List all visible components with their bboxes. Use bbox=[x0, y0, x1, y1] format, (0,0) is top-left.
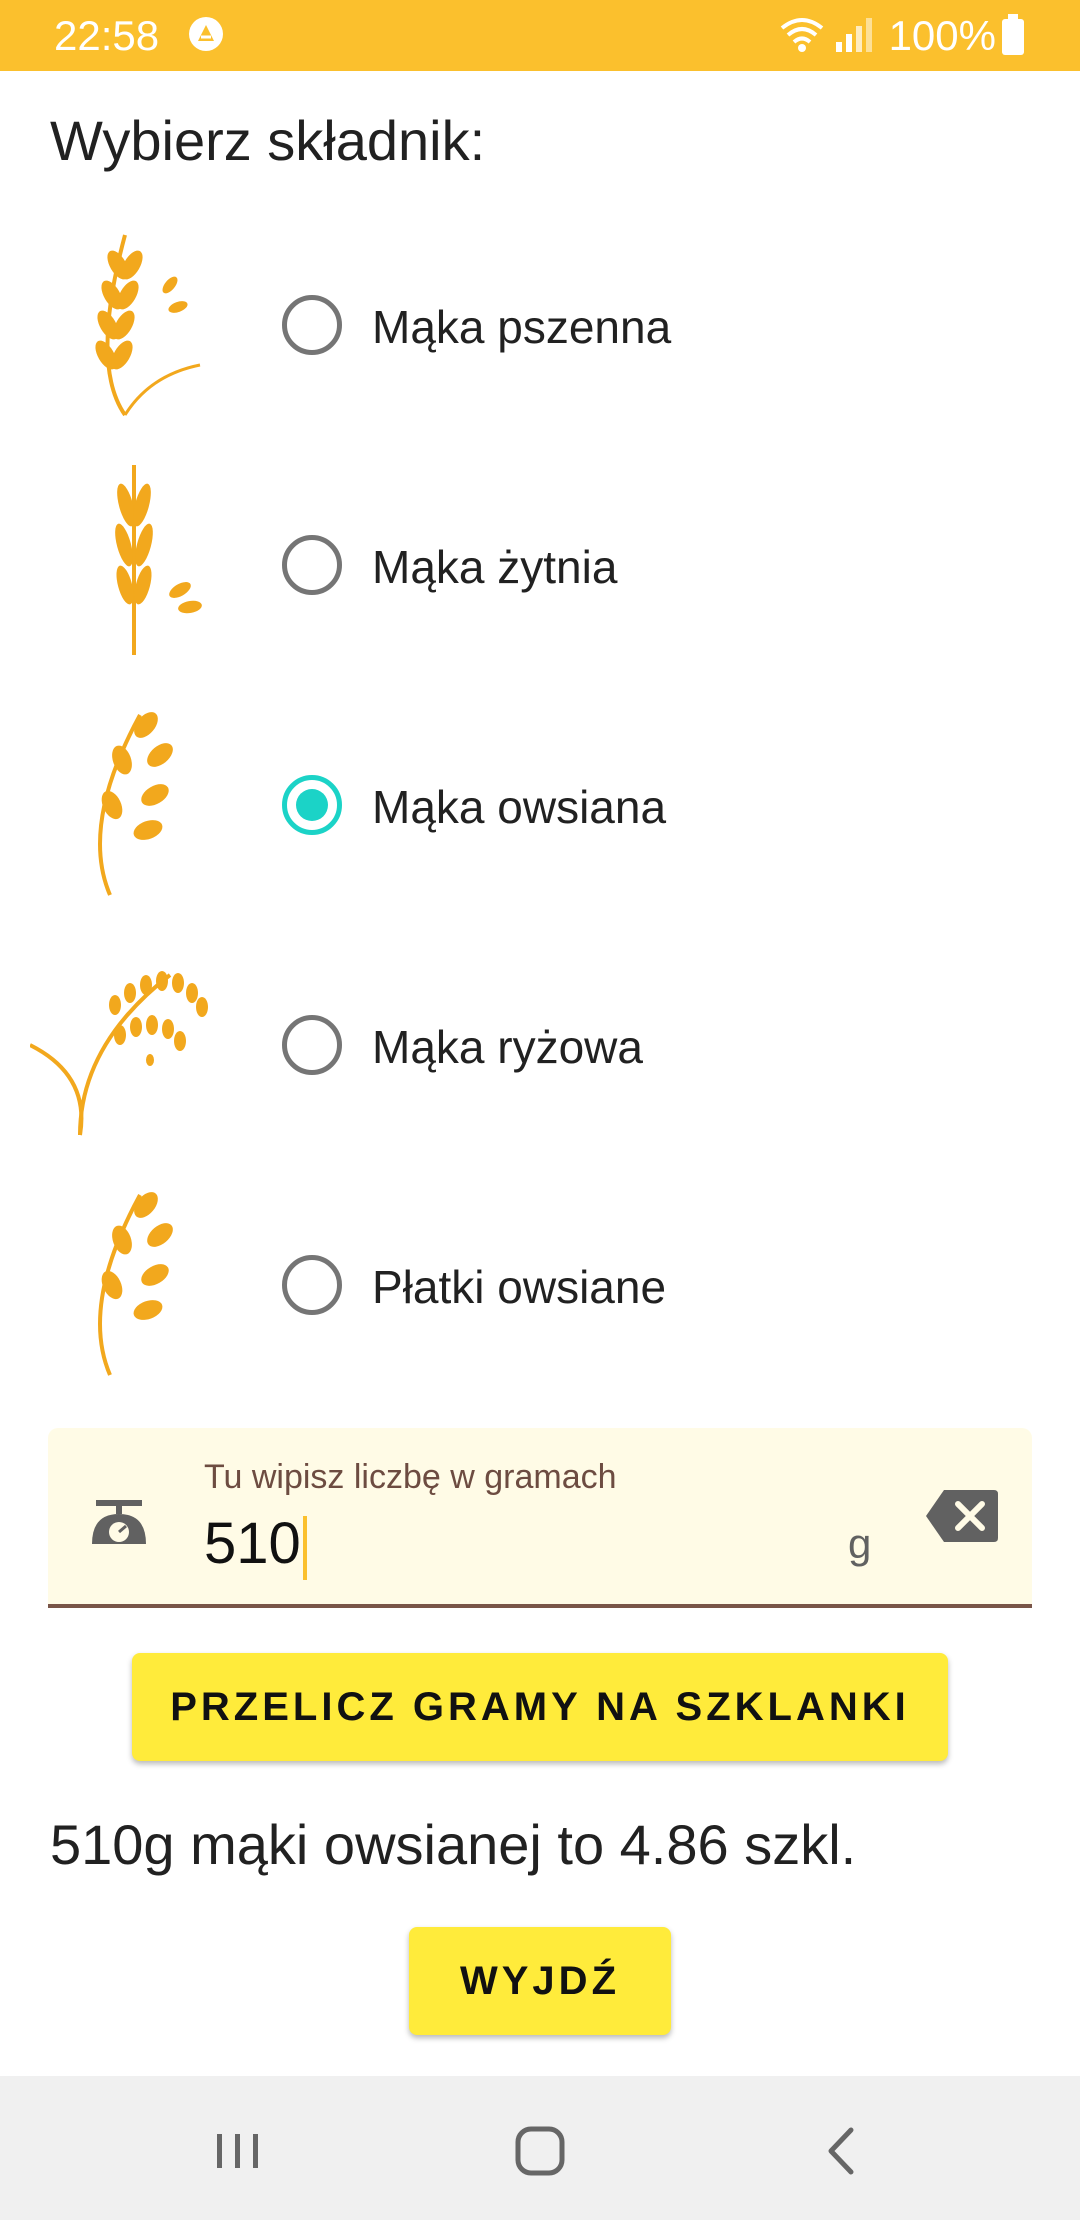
signal-icon bbox=[836, 18, 872, 52]
radio-wheat-flour[interactable] bbox=[282, 295, 342, 355]
rye-icon bbox=[115, 465, 202, 655]
app-notification-icon bbox=[189, 17, 223, 51]
convert-button[interactable]: PRZELICZ GRAMY NA SZKLANKI bbox=[132, 1653, 948, 1761]
option-label: Płatki owsiane bbox=[372, 1261, 667, 1313]
battery-percent: 100% bbox=[888, 12, 996, 59]
grams-input-field[interactable]: Tu wipisz liczbę w gramach 510 g bbox=[48, 1428, 1032, 1608]
page-title: Wybierz składnik: bbox=[50, 109, 486, 172]
status-time: 22:58 bbox=[54, 12, 160, 59]
oats-icon bbox=[98, 712, 173, 896]
scale-icon bbox=[92, 1500, 146, 1544]
option-oat-flour[interactable]: Mąka owsiana bbox=[0, 695, 1080, 915]
wheat-icon bbox=[95, 234, 201, 417]
option-oat-flakes[interactable]: Płatki owsiane bbox=[0, 1175, 1080, 1395]
option-wheat-flour[interactable]: Mąka pszenna bbox=[0, 215, 1080, 435]
oats-icon bbox=[98, 1192, 173, 1376]
option-label: Mąka ryżowa bbox=[372, 1021, 643, 1073]
back-icon[interactable] bbox=[807, 2116, 877, 2186]
option-label: Mąka owsiana bbox=[372, 781, 667, 833]
backspace-clear-icon[interactable] bbox=[924, 1488, 1000, 1544]
rice-icon bbox=[30, 971, 208, 1136]
recent-apps-icon[interactable] bbox=[203, 2116, 273, 2186]
home-icon[interactable] bbox=[505, 2116, 575, 2186]
grams-input[interactable]: 510 bbox=[204, 1510, 307, 1580]
navigation-bar bbox=[0, 2076, 1080, 2220]
wifi-icon bbox=[780, 18, 824, 52]
radio-rice-flour[interactable] bbox=[282, 1015, 342, 1075]
text-caret bbox=[302, 1515, 307, 1580]
radio-rye-flour[interactable] bbox=[282, 535, 342, 595]
radio-oat-flakes[interactable] bbox=[282, 1255, 342, 1315]
unit-suffix: g bbox=[848, 1520, 872, 1567]
option-label: Mąka żytnia bbox=[372, 541, 618, 593]
status-bar: 22:58 100% bbox=[0, 0, 1080, 71]
exit-button[interactable]: WYJDŹ bbox=[409, 1927, 671, 2035]
input-label: Tu wipisz liczbę w gramach bbox=[204, 1458, 617, 1496]
option-label: Mąka pszenna bbox=[372, 301, 672, 353]
grams-value: 510 bbox=[204, 1511, 301, 1576]
radio-oat-flour[interactable] bbox=[282, 775, 342, 835]
result-text: 510g mąki owsianej to 4.86 szkl. bbox=[50, 1813, 857, 1876]
option-rice-flour[interactable]: Mąka ryżowa bbox=[0, 935, 1080, 1155]
battery-icon bbox=[1002, 14, 1024, 55]
option-rye-flour[interactable]: Mąka żytnia bbox=[0, 455, 1080, 675]
